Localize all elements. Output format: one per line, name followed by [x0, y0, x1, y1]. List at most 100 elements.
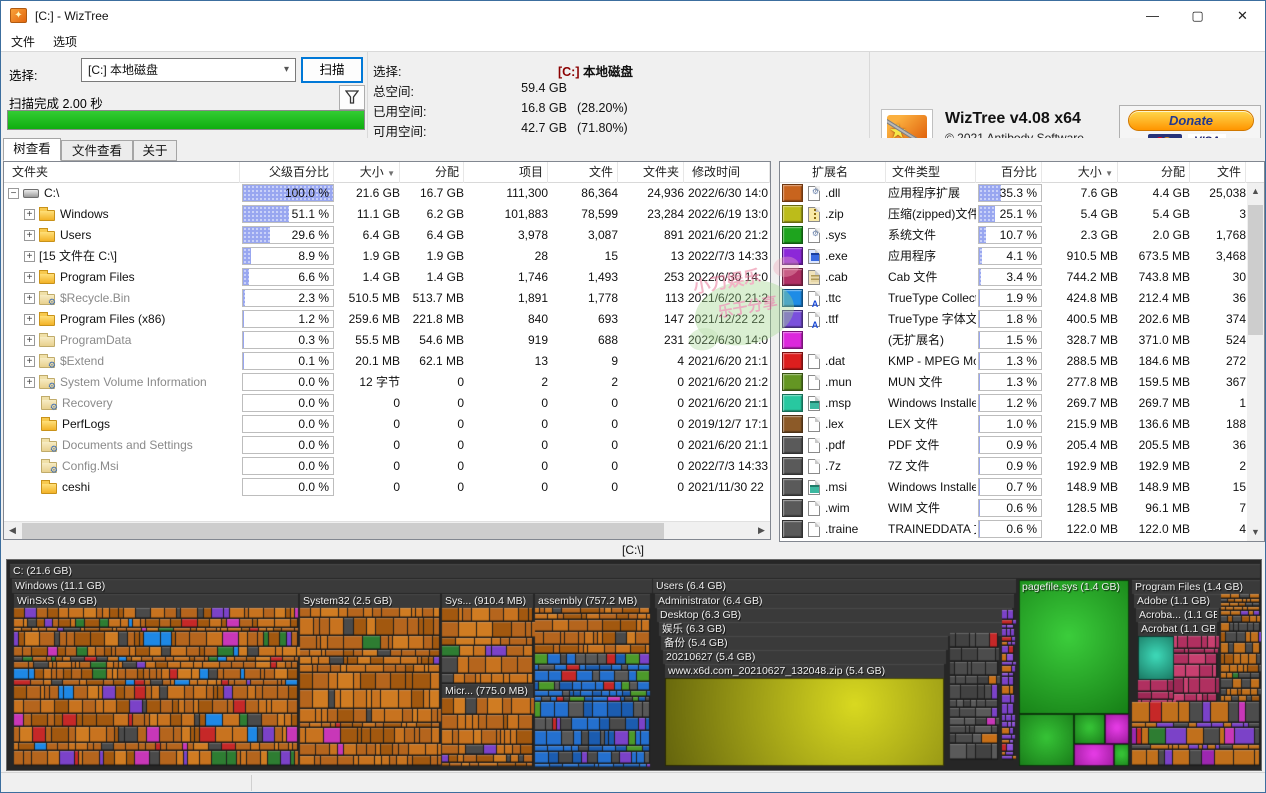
ext-row[interactable]: .7z 7Z 文件 0.9 % 192.9 MB 192.9 MB 2 — [780, 456, 1264, 477]
menu-file[interactable]: 文件 — [11, 33, 35, 50]
scroll-left-arrow[interactable]: ◀ — [4, 522, 21, 539]
divider — [367, 52, 368, 139]
ext-row[interactable]: .msi Windows Installe 0.7 % 148.9 MB 148… — [780, 477, 1264, 498]
folder-name: Documents and Settings — [62, 438, 193, 452]
ext-column-header[interactable]: 百分比 — [978, 162, 1042, 183]
filter-button[interactable] — [339, 85, 365, 110]
brand-title: WizTree v4.08 x64 — [945, 110, 1081, 128]
scroll-up-arrow[interactable]: ▲ — [1247, 183, 1264, 200]
ext-row[interactable]: .zip 压缩(zipped)文件 25.1 % 5.4 GB 5.4 GB 3 — [780, 204, 1264, 225]
percent-cell: 0.6 % — [978, 519, 1042, 540]
ext-column-header[interactable]: 分配 — [1120, 162, 1190, 183]
ext-row[interactable]: .dat KMP - MPEG Mc 1.3 % 288.5 MB 184.6 … — [780, 351, 1264, 372]
filetype-label: Windows Installe — [888, 393, 976, 414]
minimize-button[interactable]: — — [1130, 1, 1175, 31]
ext-row[interactable]: .lex LEX 文件 1.0 % 215.9 MB 136.6 MB 188 — [780, 414, 1264, 435]
collapse-toggle[interactable]: − — [8, 188, 19, 199]
tab-file-view[interactable]: 文件查看 — [61, 140, 133, 161]
expand-toggle[interactable]: + — [24, 251, 35, 262]
summary-used-pct: (28.20%) — [577, 101, 628, 115]
select-label: 选择: — [9, 65, 37, 84]
expand-toggle[interactable]: + — [24, 293, 35, 304]
folder-row[interactable]: +Windows 51.1 % 11.1 GB 6.2 GB 101,883 7… — [4, 204, 770, 225]
status-divider — [251, 775, 252, 791]
folder-row[interactable]: +Program Files (x86) 1.2 % 259.6 MB 221.… — [4, 309, 770, 330]
folder-column-header[interactable]: 文件夹 — [620, 162, 684, 183]
percent-cell: 6.6 % — [242, 267, 334, 288]
vertical-scrollbar[interactable]: ▲ ▼ — [1247, 183, 1264, 541]
scrollbar-thumb[interactable] — [22, 523, 664, 539]
tab-tree-view[interactable]: 树查看 — [3, 138, 61, 161]
percent-cell: 1.0 % — [978, 414, 1042, 435]
ext-column-header[interactable]: 文件类型 — [888, 162, 976, 183]
treemap-canvas[interactable] — [7, 560, 1261, 770]
folder-row[interactable]: +ProgramData 0.3 % 55.5 MB 54.6 MB 919 6… — [4, 330, 770, 351]
ext-column-header[interactable]: 文件 — [1192, 162, 1246, 183]
folder-column-header[interactable]: 修改时间 — [688, 162, 770, 183]
ext-row[interactable]: (无扩展名) 1.5 % 328.7 MB 371.0 MB 524 — [780, 330, 1264, 351]
folder-column-header[interactable]: 文件 — [550, 162, 618, 183]
ext-row[interactable]: .pdf PDF 文件 0.9 % 205.4 MB 205.5 MB 36 — [780, 435, 1264, 456]
ext-row[interactable]: .msp Windows Installe 1.2 % 269.7 MB 269… — [780, 393, 1264, 414]
ext-row[interactable]: .traine TRAINEDDATA 文 0.6 % 122.0 MB 122… — [780, 519, 1264, 540]
folder-column-header[interactable]: 文件夹 — [8, 162, 240, 183]
horizontal-scrollbar[interactable]: ◀ ▶ — [4, 521, 770, 539]
folder-row[interactable]: ceshi 0.0 % 0 0 0 0 0 2021/11/30 22 — [4, 477, 770, 498]
ext-row[interactable]: .ttc TrueType Collect 1.9 % 424.8 MB 212… — [780, 288, 1264, 309]
system-folder-icon: ⚙ — [39, 357, 55, 368]
folder-row[interactable]: PerfLogs 0.0 % 0 0 0 0 0 2019/12/7 17:1 — [4, 414, 770, 435]
folder-column-header[interactable]: 项目 — [466, 162, 548, 183]
ext-row[interactable]: .cab Cab 文件 3.4 % 744.2 MB 743.8 MB 30 — [780, 267, 1264, 288]
folder-row[interactable]: +Users 29.6 % 6.4 GB 6.4 GB 3,978 3,087 … — [4, 225, 770, 246]
folder-row[interactable]: ⚙Config.Msi 0.0 % 0 0 0 0 0 2022/7/3 14:… — [4, 456, 770, 477]
donate-button[interactable]: Donate — [1128, 110, 1254, 131]
treemap-color-swatch — [782, 247, 803, 265]
treemap[interactable]: C: (21.6 GB)Windows (11.1 GB)WinSxS (4.9… — [6, 559, 1262, 771]
folder-name: Recovery — [62, 396, 113, 410]
ext-row[interactable]: .sys 系统文件 10.7 % 2.3 GB 2.0 GB 1,768 — [780, 225, 1264, 246]
ext-row[interactable]: .dll 应用程序扩展 35.3 % 7.6 GB 4.4 GB 25,038 — [780, 183, 1264, 204]
ext-column-header[interactable]: 扩展名 — [808, 162, 886, 183]
expand-toggle[interactable]: + — [24, 314, 35, 325]
scan-button[interactable]: 扫描 — [301, 57, 363, 83]
folder-row[interactable]: ⚙Documents and Settings 0.0 % 0 0 0 0 0 … — [4, 435, 770, 456]
filetype-icon — [808, 186, 820, 201]
tab-about[interactable]: 关于 — [133, 140, 177, 161]
folder-column-header[interactable]: 父级百分比 — [242, 162, 334, 183]
expand-toggle[interactable]: + — [24, 230, 35, 241]
percent-cell: 0.1 % — [242, 351, 334, 372]
folder-column-header[interactable]: 大小 ▼ — [336, 162, 400, 183]
ext-row[interactable]: .ttf TrueType 字体文 1.8 % 400.5 MB 202.6 M… — [780, 309, 1264, 330]
filetype-label: TrueType Collect — [888, 288, 976, 309]
scrollbar-thumb[interactable] — [1248, 205, 1263, 335]
folder-row[interactable]: +⚙$Recycle.Bin 2.3 % 510.5 MB 513.7 MB 1… — [4, 288, 770, 309]
expand-toggle[interactable]: + — [24, 335, 35, 346]
maximize-button[interactable]: ▢ — [1175, 1, 1220, 31]
ext-column-header[interactable]: 大小 ▼ — [1044, 162, 1118, 183]
expand-toggle[interactable]: + — [24, 272, 35, 283]
folder-row[interactable]: ⚙Recovery 0.0 % 0 0 0 0 0 2021/6/20 21:1 — [4, 393, 770, 414]
extension-name: .dll — [825, 186, 840, 200]
folder-row[interactable]: −C:\ 100.0 % 21.6 GB 16.7 GB 111,300 86,… — [4, 183, 770, 204]
close-button[interactable]: ✕ — [1220, 1, 1265, 31]
folder-column-header[interactable]: 分配 — [402, 162, 464, 183]
filetype-icon — [808, 312, 820, 327]
filetype-label: 应用程序 — [888, 246, 976, 267]
percent-cell: 0.0 % — [242, 477, 334, 498]
menu-options[interactable]: 选项 — [53, 33, 77, 50]
folder-row[interactable]: +⚙$Extend 0.1 % 20.1 MB 62.1 MB 13 9 4 2… — [4, 351, 770, 372]
expand-toggle[interactable]: + — [24, 377, 35, 388]
drive-dropdown[interactable]: [C:] 本地磁盘 ▾ — [81, 58, 296, 82]
folder-row[interactable]: +[15 文件在 C:\] 8.9 % 1.9 GB 1.9 GB 28 15 … — [4, 246, 770, 267]
scroll-right-arrow[interactable]: ▶ — [753, 522, 770, 539]
folder-row[interactable]: +⚙System Volume Information 0.0 % 12 字节 … — [4, 372, 770, 393]
expand-toggle[interactable]: + — [24, 356, 35, 367]
ext-row[interactable]: .exe 应用程序 4.1 % 910.5 MB 673.5 MB 3,468 — [780, 246, 1264, 267]
folder-row[interactable]: +Program Files 6.6 % 1.4 GB 1.4 GB 1,746… — [4, 267, 770, 288]
expand-toggle[interactable]: + — [24, 209, 35, 220]
extension-name: .msp — [825, 396, 851, 410]
treemap-color-swatch — [782, 499, 803, 517]
scroll-down-arrow[interactable]: ▼ — [1247, 524, 1264, 541]
ext-row[interactable]: .mun MUN 文件 1.3 % 277.8 MB 159.5 MB 367 — [780, 372, 1264, 393]
ext-row[interactable]: .wim WIM 文件 0.6 % 128.5 MB 96.1 MB 7 — [780, 498, 1264, 519]
